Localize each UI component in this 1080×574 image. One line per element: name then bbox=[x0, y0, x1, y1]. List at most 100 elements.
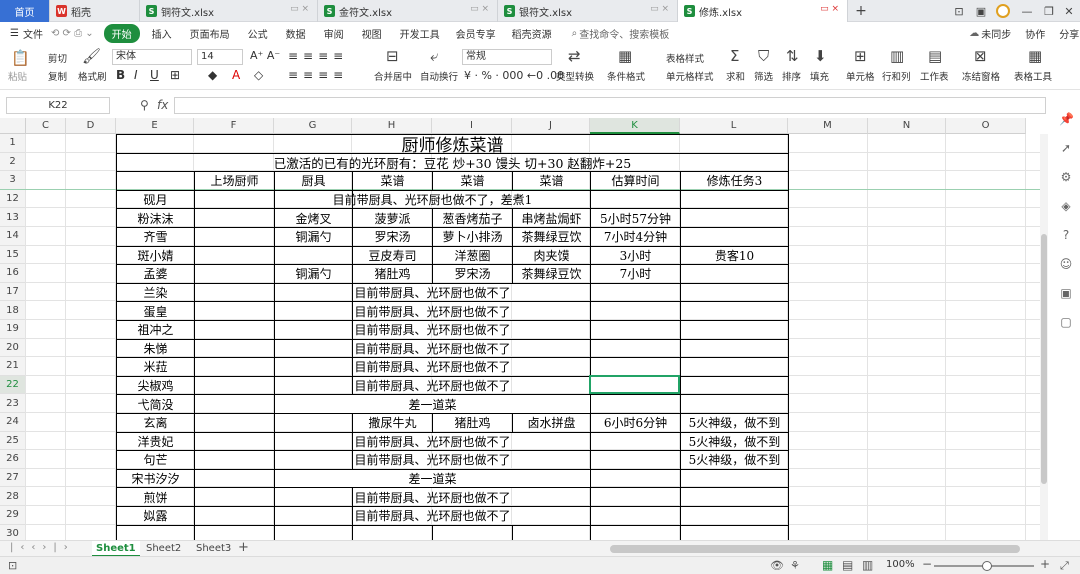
wrap-icon[interactable]: ⤶ bbox=[430, 47, 438, 65]
merge-icon[interactable]: ⊟ bbox=[386, 47, 399, 65]
menu-review[interactable]: 审阅 bbox=[324, 26, 344, 41]
menu-home[interactable]: 开始 bbox=[103, 23, 140, 43]
column-header[interactable]: M bbox=[788, 118, 868, 134]
settings-icon[interactable]: ⚙ bbox=[1059, 170, 1073, 184]
row-header[interactable]: 30 bbox=[0, 524, 26, 541]
column-header[interactable]: H bbox=[352, 118, 432, 134]
font-select[interactable]: 宋体 bbox=[112, 49, 192, 65]
menu-icon[interactable]: ☰ bbox=[10, 28, 19, 39]
name-box[interactable]: K22 bbox=[6, 97, 110, 114]
row-col-icon[interactable]: ▥ bbox=[890, 47, 904, 65]
column-header[interactable]: J bbox=[512, 118, 590, 134]
font-color-icon[interactable]: A bbox=[232, 68, 240, 82]
eye-protect-icon[interactable]: 👁 bbox=[770, 559, 784, 572]
freeze-panes-button[interactable]: 冻结窗格 bbox=[962, 69, 1000, 83]
sort-icon[interactable]: ⇅ bbox=[786, 47, 799, 65]
column-header[interactable]: L bbox=[680, 118, 788, 134]
filter-icon[interactable]: ⛉ bbox=[758, 47, 769, 65]
cut-button[interactable]: 剪切 bbox=[48, 51, 67, 65]
page-break-view-icon[interactable]: ▥ bbox=[862, 558, 873, 572]
menu-insert[interactable]: 插入 bbox=[152, 26, 172, 41]
row-header[interactable]: 12 bbox=[0, 189, 26, 209]
row-header[interactable]: 1 bbox=[0, 134, 26, 153]
freeze-icon[interactable]: ⊠ bbox=[974, 47, 987, 65]
select-icon[interactable]: ➚ bbox=[1059, 141, 1073, 155]
column-header[interactable]: I bbox=[432, 118, 512, 134]
row-header[interactable]: 26 bbox=[0, 450, 26, 469]
sheet-tab-2[interactable]: Sheet2 bbox=[146, 541, 181, 557]
scroll-thumb[interactable] bbox=[1041, 234, 1047, 484]
number-format-select[interactable]: 常规 bbox=[462, 49, 552, 65]
sheet-tab-3[interactable]: Sheet3 bbox=[196, 541, 231, 557]
share-button[interactable]: 分享 bbox=[1059, 26, 1079, 41]
horizontal-scrollbar[interactable] bbox=[610, 545, 1020, 553]
zoom-slider-thumb[interactable] bbox=[982, 561, 992, 571]
fx-icon[interactable]: fx bbox=[157, 98, 168, 112]
align-icons[interactable]: ≡≡≡≡ bbox=[288, 49, 348, 63]
row-header[interactable]: 28 bbox=[0, 487, 26, 506]
sum-icon[interactable]: Σ bbox=[730, 47, 739, 65]
row-header[interactable]: 15 bbox=[0, 245, 26, 265]
sort-button[interactable]: 排序 bbox=[782, 69, 801, 83]
row-col-button[interactable]: 行和列 bbox=[882, 69, 911, 83]
column-header[interactable]: N bbox=[868, 118, 946, 134]
menu-data[interactable]: 数据 bbox=[286, 26, 306, 41]
cell-style-button[interactable]: 单元格样式 bbox=[666, 69, 714, 83]
avatar[interactable] bbox=[994, 0, 1012, 22]
column-header[interactable]: F bbox=[194, 118, 274, 134]
clear-format-icon[interactable]: ◇ bbox=[254, 68, 263, 82]
column-header[interactable]: D bbox=[66, 118, 116, 134]
underline-button[interactable]: U bbox=[150, 68, 159, 82]
table-tools-button[interactable]: 表格工具 bbox=[1014, 69, 1052, 83]
add-sheet-icon[interactable]: + bbox=[238, 540, 249, 555]
tab-gold-rune[interactable]: S 金符文.xlsx ▭ × bbox=[318, 0, 498, 22]
row-header[interactable]: 17 bbox=[0, 282, 26, 302]
bold-button[interactable]: B bbox=[116, 68, 125, 82]
save-icon[interactable]: ▣ bbox=[1059, 286, 1073, 300]
sheet-tab-1[interactable]: Sheet1 bbox=[92, 541, 140, 557]
menu-member[interactable]: 会员专享 bbox=[456, 26, 496, 41]
row-header[interactable]: 25 bbox=[0, 431, 26, 451]
menu-docer-resources[interactable]: 稻壳资源 bbox=[512, 26, 552, 41]
view-icons[interactable]: ⚘ bbox=[790, 559, 800, 572]
shape-icon[interactable]: ◈ bbox=[1059, 199, 1073, 213]
close-icon[interactable]: ▭ × bbox=[650, 4, 669, 14]
command-search[interactable]: 查找命令、搜索模板 bbox=[579, 26, 669, 41]
conditional-format-button[interactable]: 条件格式 bbox=[607, 69, 645, 83]
tab-home[interactable]: 首页 bbox=[0, 0, 50, 22]
row-header[interactable]: 16 bbox=[0, 264, 26, 283]
cell-button[interactable]: 单元格 bbox=[846, 69, 875, 83]
format-painter-icon[interactable]: 🖌 bbox=[82, 47, 101, 65]
collab-button[interactable]: 协作 bbox=[1025, 26, 1045, 41]
pin-icon[interactable]: 📌 bbox=[1059, 112, 1074, 126]
zoom-out-button[interactable]: − bbox=[922, 557, 932, 571]
spreadsheet-grid[interactable]: C D E F G H I J K L M N O 1 2 3 12 13 14 15 16 17 18 19 20 21 22 23… bbox=[0, 118, 1046, 541]
fullscreen-icon[interactable]: ⤢ bbox=[1060, 559, 1069, 573]
filter-button[interactable]: 筛选 bbox=[754, 69, 773, 83]
italic-button[interactable]: I bbox=[134, 68, 138, 82]
fill-color-icon[interactable]: ◆ bbox=[208, 68, 217, 82]
sum-button[interactable]: 求和 bbox=[726, 69, 745, 83]
font-size-select[interactable]: 14 bbox=[197, 49, 243, 65]
format-painter-button[interactable]: 格式刷 bbox=[78, 69, 107, 83]
close-icon[interactable]: ▭ × bbox=[290, 4, 309, 14]
worksheet-button[interactable]: 工作表 bbox=[920, 69, 949, 83]
tab-training[interactable]: S 修炼.xlsx ▭ × bbox=[678, 0, 848, 22]
table-style-button[interactable]: 表格样式 bbox=[666, 51, 704, 65]
font-grow-button[interactable]: A⁺ A⁻ bbox=[250, 49, 280, 62]
row-header[interactable]: 3 bbox=[0, 171, 26, 190]
minimize-icon[interactable]: — bbox=[1018, 0, 1036, 22]
zoom-slider[interactable] bbox=[934, 561, 1034, 571]
zoom-level[interactable]: 100% bbox=[886, 559, 915, 570]
row-header[interactable]: 2 bbox=[0, 152, 26, 172]
row-header[interactable]: 14 bbox=[0, 227, 26, 246]
align-icons-2[interactable]: ≡≡≡≡ bbox=[288, 68, 348, 82]
type-convert-button[interactable]: 类型转换 bbox=[556, 69, 594, 83]
row-header[interactable]: 23 bbox=[0, 394, 26, 413]
menu-file[interactable]: 文件 bbox=[23, 26, 43, 41]
formula-input[interactable] bbox=[174, 97, 1046, 114]
restore-icon[interactable]: ❐ bbox=[1040, 0, 1058, 22]
macro-icon[interactable]: ⊡ bbox=[8, 559, 17, 572]
row-header[interactable]: 13 bbox=[0, 208, 26, 227]
select-all-corner[interactable] bbox=[0, 118, 26, 134]
